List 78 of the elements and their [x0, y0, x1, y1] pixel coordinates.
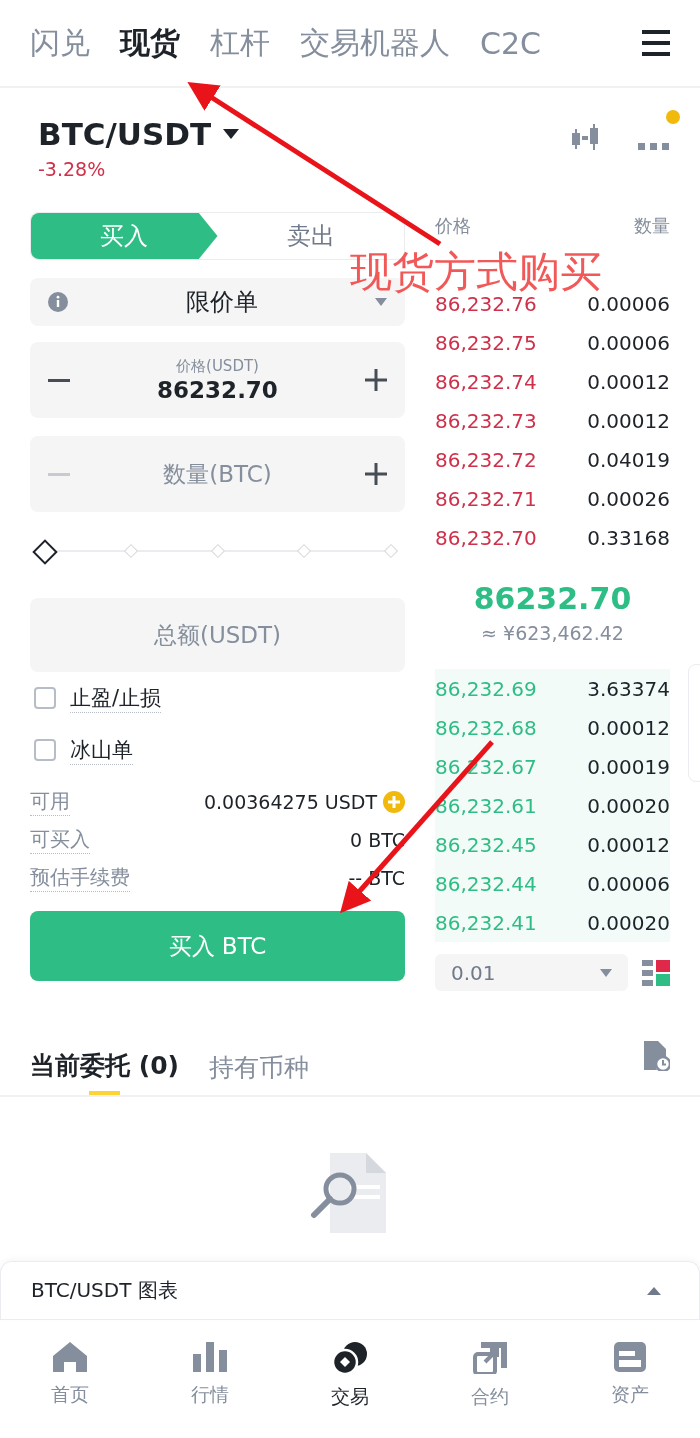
balance-label: 可买入 — [30, 826, 90, 854]
order-history-icon[interactable] — [644, 1041, 670, 1071]
price-input[interactable]: 86232.70 — [125, 375, 310, 404]
menu-icon[interactable] — [642, 30, 670, 56]
ask-amount: 0.04019 — [587, 447, 670, 472]
bid-amount: 0.00012 — [587, 832, 670, 857]
bid-amount: 0.00020 — [587, 910, 670, 935]
market-tab[interactable]: 交易机器人 — [300, 22, 450, 64]
bid-amount: 0.00020 — [587, 793, 670, 818]
side-tab[interactable]: 买入 — [31, 213, 218, 259]
bid-amount: 0.00019 — [587, 754, 670, 779]
caret-icon — [600, 968, 612, 977]
bid-price[interactable]: 86,232.69 — [435, 676, 537, 701]
chart-bar[interactable]: BTC/USDT 图表 — [0, 1261, 700, 1319]
bid-amount: 0.00012 — [587, 715, 670, 740]
column-header: 数量 — [634, 214, 670, 238]
quantity-input[interactable]: 数量(BTC) — [70, 460, 365, 488]
ask-amount: 0.00012 — [587, 369, 670, 394]
caret-icon — [375, 298, 387, 306]
ask-price[interactable]: 86,232.75 — [435, 330, 537, 355]
precision-select[interactable]: 0.01 — [435, 954, 628, 991]
price-change: -3.28% — [38, 158, 107, 180]
caret-icon — [647, 1286, 661, 1295]
ask-amount: 0.00026 — [587, 486, 670, 511]
nav-item[interactable]: 首页 — [20, 1342, 120, 1437]
market-tab[interactable]: C2C — [480, 25, 541, 61]
option-label: 止盈/止损 — [70, 683, 162, 713]
home-icon — [53, 1342, 87, 1372]
orders-tab[interactable]: 持有币种 — [208, 1029, 309, 1095]
plus-icon[interactable] — [365, 369, 387, 391]
column-header: 价格 — [435, 214, 471, 238]
total-field[interactable]: 总额(USDT) — [30, 598, 405, 672]
buy-button[interactable]: 买入 BTC — [30, 911, 405, 981]
nav-item[interactable]: 交易 — [300, 1342, 400, 1437]
trading-pair[interactable]: BTC/USDT — [38, 116, 212, 152]
ask-amount: 0.33168 — [587, 525, 670, 550]
checkbox[interactable] — [34, 687, 56, 709]
caret-icon[interactable] — [223, 129, 240, 139]
market-tab[interactable]: 闪兑 — [30, 22, 90, 64]
bid-price[interactable]: 86,232.68 — [435, 715, 537, 740]
bar-chart-icon — [193, 1342, 227, 1372]
bid-amount: 3.63374 — [587, 676, 670, 701]
ask-price[interactable]: 86,232.70 — [435, 525, 537, 550]
balance-value: 0.00364275 USDT — [203, 791, 377, 813]
nav-item[interactable]: 合约 — [440, 1342, 540, 1437]
ask-price[interactable]: 86,232.73 — [435, 408, 537, 433]
quantity-field[interactable]: 数量(BTC) — [30, 436, 405, 512]
market-tab[interactable]: 现货 — [120, 22, 180, 64]
fiat-price: ≈ ¥623,462.42 — [481, 621, 624, 644]
bid-price[interactable]: 86,232.41 — [435, 910, 537, 935]
checkbox[interactable] — [34, 739, 56, 761]
document-arrow-icon — [473, 1342, 507, 1374]
minus-icon[interactable] — [48, 378, 70, 382]
plus-icon[interactable] — [365, 463, 387, 485]
bid-amount: 0.00006 — [587, 871, 670, 896]
balance-label: 可用 — [30, 788, 70, 816]
ask-price[interactable]: 86,232.74 — [435, 369, 537, 394]
bid-price[interactable]: 86,232.61 — [435, 793, 537, 818]
bid-price[interactable]: 86,232.45 — [435, 832, 537, 857]
coins-icon — [333, 1342, 367, 1374]
ask-price[interactable]: 86,232.72 — [435, 447, 537, 472]
nav-item[interactable]: 行情 — [160, 1342, 260, 1437]
market-tab[interactable]: 杠杆 — [210, 22, 270, 64]
nav-item[interactable]: 资产 — [580, 1342, 680, 1437]
last-price: 86232.70 — [473, 580, 632, 616]
layout-icon[interactable] — [642, 958, 670, 987]
orders-tab[interactable]: 当前委托 (0) — [30, 1029, 179, 1095]
ask-price[interactable]: 86,232.71 — [435, 486, 537, 511]
more-icon[interactable] — [638, 143, 670, 151]
ask-amount: 0.00006 — [587, 330, 670, 355]
wallet-icon — [614, 1342, 646, 1372]
bid-price[interactable]: 86,232.44 — [435, 871, 537, 896]
ask-amount: 0.00012 — [587, 408, 670, 433]
balance-label: 预估手续费 — [30, 864, 130, 892]
option-label: 冰山单 — [70, 735, 133, 765]
price-field[interactable]: 价格(USDT) 86232.70 — [30, 342, 405, 418]
info-icon — [48, 292, 68, 312]
plus-circle-icon[interactable] — [383, 791, 405, 813]
